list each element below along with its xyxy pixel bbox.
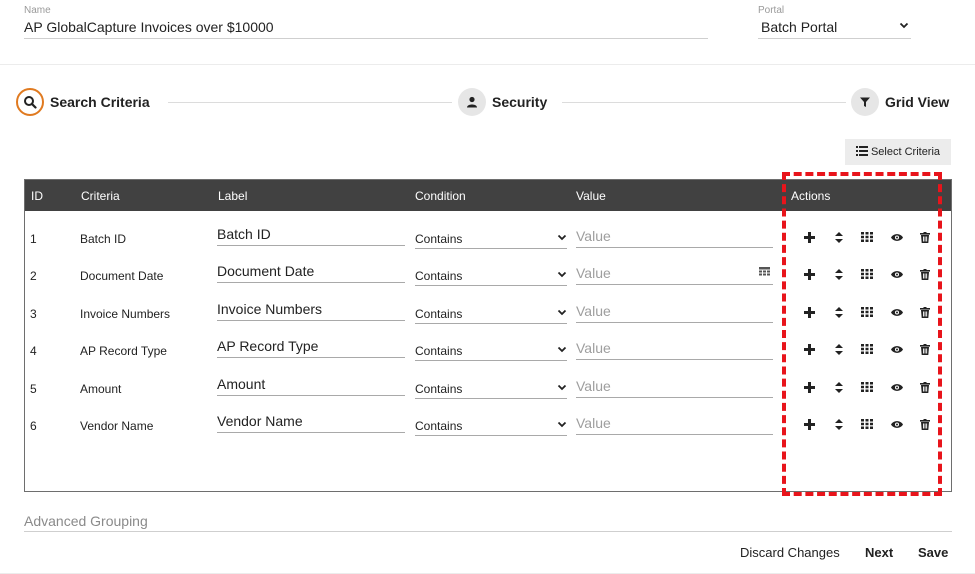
next-button[interactable]: Next [865,545,893,560]
row-id: 6 [30,419,37,433]
select-criteria-label: Select Criteria [870,146,941,158]
label-input[interactable]: Document Date [217,263,405,283]
row-criteria: Amount [80,382,122,396]
chevron-down-icon [557,382,567,395]
chevron-down-icon [557,269,567,282]
step-search-criteria[interactable]: Search Criteria [16,88,150,116]
search-icon [16,88,44,116]
condition-value: Contains [415,419,463,433]
condition-select[interactable]: Contains [415,419,567,436]
header-divider [0,64,975,65]
calendar-icon[interactable] [759,266,770,280]
condition-select[interactable]: Contains [415,344,567,361]
portal-label: Portal [758,5,785,16]
step-connector [168,102,452,103]
step-security[interactable]: Security [458,88,547,116]
label-input[interactable]: AP Record Type [217,338,405,358]
column-header-condition: Condition [415,189,466,203]
condition-value: Contains [415,307,463,321]
condition-select[interactable]: Contains [415,307,567,324]
condition-select[interactable]: Contains [415,232,567,249]
advanced-grouping-field[interactable]: Advanced Grouping [24,513,952,532]
label-input[interactable]: Amount [217,376,405,396]
column-header-criteria: Criteria [81,189,120,203]
condition-value: Contains [415,269,463,283]
step-label: Grid View [885,94,950,110]
discard-changes-button[interactable]: Discard Changes [740,545,840,560]
condition-value: Contains [415,382,463,396]
portal-select[interactable]: Batch Portal [758,19,911,39]
step-label: Search Criteria [50,94,150,110]
value-input[interactable]: Value [576,228,773,248]
user-icon [458,88,486,116]
save-button[interactable]: Save [918,545,948,560]
condition-value: Contains [415,232,463,246]
step-connector [562,102,846,103]
row-id: 3 [30,307,37,321]
condition-select[interactable]: Contains [415,382,567,399]
value-input[interactable]: Value [576,378,773,398]
label-input[interactable]: Vendor Name [217,413,405,433]
filter-icon [851,88,879,116]
column-header-value: Value [576,189,606,203]
actions-highlight [782,172,942,496]
condition-select[interactable]: Contains [415,269,567,286]
value-input[interactable]: Value [576,265,773,285]
step-grid-view[interactable]: Grid View [851,88,949,116]
chevron-down-icon [557,344,567,357]
list-icon [855,145,868,159]
row-criteria: AP Record Type [80,344,167,358]
step-label: Security [492,94,548,110]
name-input[interactable]: AP GlobalCapture Invoices over $10000 [24,19,708,39]
row-criteria: Vendor Name [80,419,154,433]
portal-value: Batch Portal [761,19,838,35]
column-header-label: Label [218,189,248,203]
chevron-down-icon [557,307,567,320]
value-input[interactable]: Value [576,303,773,323]
row-id: 1 [30,232,37,246]
chevron-down-icon [557,419,567,432]
row-id: 2 [30,269,37,283]
chevron-down-icon [899,20,909,33]
row-criteria: Invoice Numbers [80,307,171,321]
label-input[interactable]: Invoice Numbers [217,301,405,321]
row-criteria: Batch ID [80,232,127,246]
value-input[interactable]: Value [576,415,773,435]
row-id: 5 [30,382,37,396]
value-input[interactable]: Value [576,340,773,360]
label-input[interactable]: Batch ID [217,226,405,246]
select-criteria-button[interactable]: Select Criteria [845,139,951,165]
name-label: Name [24,5,51,16]
column-header-id: ID [31,189,43,203]
chevron-down-icon [557,232,567,245]
row-id: 4 [30,344,37,358]
row-criteria: Document Date [80,269,164,283]
condition-value: Contains [415,344,463,358]
